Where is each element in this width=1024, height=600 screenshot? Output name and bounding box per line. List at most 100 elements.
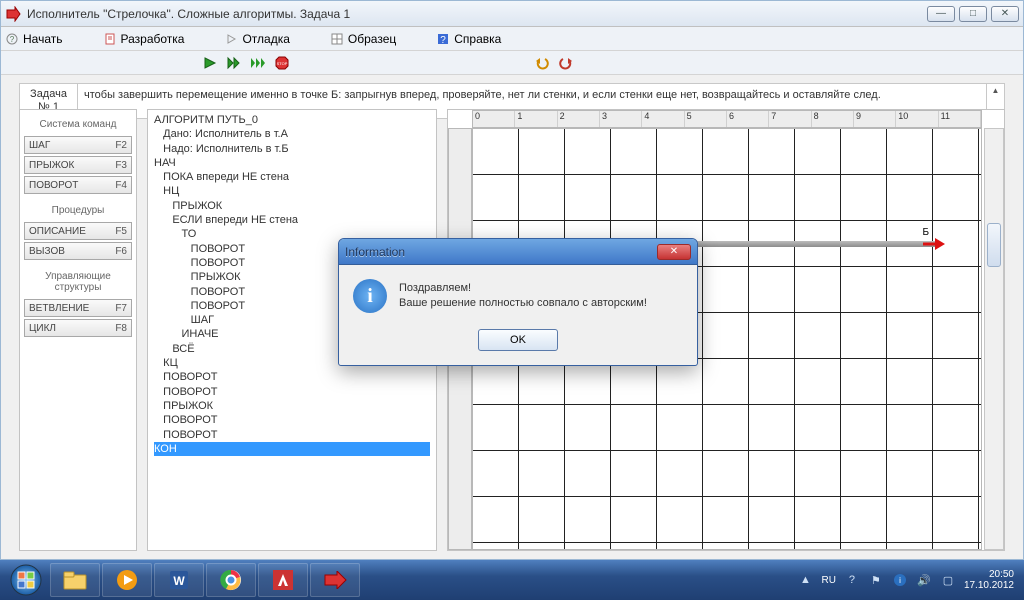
cmd-call-button[interactable]: ВЫЗОВF6 <box>24 242 132 260</box>
cmd-step-label: ШАГ <box>29 140 50 151</box>
dialog-line1: Поздравляем! <box>399 281 647 296</box>
ruler-tick: 9 <box>854 111 896 127</box>
stop-icon[interactable]: STOP <box>273 54 291 72</box>
code-line[interactable]: Дано: Исполнитель в т.А <box>154 127 430 141</box>
performer-arrow-icon <box>923 237 945 256</box>
cmd-branch-button[interactable]: ВЕТВЛЕНИЕ F7 <box>24 299 132 317</box>
code-line[interactable]: ПОВОРОТ <box>154 413 430 427</box>
cmd-branch-key: F7 <box>115 303 127 314</box>
code-line[interactable]: НАЧ <box>154 156 430 170</box>
dialog-close-button[interactable]: ✕ <box>657 244 691 260</box>
field-scrollbar[interactable] <box>984 128 1004 550</box>
menu-start[interactable]: ? Начать <box>5 32 63 46</box>
svg-text:?: ? <box>10 35 15 44</box>
ruler-horizontal: 01234567891011 <box>472 110 982 128</box>
svg-text:W: W <box>173 574 185 588</box>
tray-help-icon[interactable]: ? <box>844 572 860 588</box>
ruler-tick: 4 <box>642 111 684 127</box>
play-outline-icon <box>224 32 238 46</box>
menu-start-label: Начать <box>23 32 63 46</box>
code-line[interactable]: КОН <box>154 442 430 456</box>
taskbar-chrome[interactable] <box>206 563 256 597</box>
scroll-up-icon[interactable]: ▲ <box>987 84 1004 96</box>
taskbar-media[interactable] <box>102 563 152 597</box>
taskbar-word[interactable]: W <box>154 563 204 597</box>
cmd-loop-key: F8 <box>115 323 127 334</box>
tray-flag-icon[interactable]: ⚑ <box>868 572 884 588</box>
cmd-jump-key: F3 <box>115 160 127 171</box>
code-line[interactable]: ПРЫЖОК <box>154 399 430 413</box>
tray-volume-icon[interactable]: 🔊 <box>916 572 932 588</box>
menu-help-label: Справка <box>454 32 501 46</box>
taskbar-adobe[interactable] <box>258 563 308 597</box>
tray-battery-icon[interactable]: ▢ <box>940 572 956 588</box>
code-line[interactable]: ПОКА впереди НЕ стена <box>154 170 430 184</box>
cmd-loop-button[interactable]: ЦИКЛ F8 <box>24 319 132 337</box>
cmd-turn-key: F4 <box>115 180 127 191</box>
start-button[interactable] <box>4 562 48 598</box>
minimize-button[interactable]: — <box>927 6 955 22</box>
close-button[interactable]: ✕ <box>991 6 1019 22</box>
cmd-branch-label: ВЕТВЛЕНИЕ <box>29 303 89 314</box>
dialog-title-bar[interactable]: Information ✕ <box>339 239 697 265</box>
cmd-step-button[interactable]: ШАГ F2 <box>24 136 132 154</box>
menu-help[interactable]: ? Справка <box>436 32 501 46</box>
menu-debug[interactable]: Отладка <box>224 32 289 46</box>
ruler-tick: 6 <box>727 111 769 127</box>
dialog-ok-button[interactable]: OK <box>478 329 558 351</box>
tray-expand-icon[interactable]: ▲ <box>797 572 813 588</box>
cmd-desc-button[interactable]: ОПИСАНИЕF5 <box>24 222 132 240</box>
group-commands-title: Система команд <box>24 116 132 134</box>
menu-debug-label: Отладка <box>242 32 289 46</box>
maximize-button[interactable]: □ <box>959 6 987 22</box>
cmd-jump-label: ПРЫЖОК <box>29 160 74 171</box>
taskbar-explorer[interactable] <box>50 563 100 597</box>
menu-develop-label: Разработка <box>121 32 185 46</box>
step-over-icon[interactable] <box>225 54 243 72</box>
grid-icon <box>330 32 344 46</box>
ruler-tick: 0 <box>473 111 515 127</box>
ruler-tick: 10 <box>896 111 938 127</box>
tray-network-icon[interactable]: i <box>892 572 908 588</box>
svg-text:i: i <box>899 576 901 585</box>
fast-forward-icon[interactable] <box>249 54 267 72</box>
code-line[interactable]: Надо: Исполнитель в т.Б <box>154 142 430 156</box>
cmd-loop-label: ЦИКЛ <box>29 323 56 334</box>
code-line[interactable]: НЦ <box>154 184 430 198</box>
menu-sample[interactable]: Образец <box>330 32 396 46</box>
taskbar-app[interactable] <box>310 563 360 597</box>
dialog-message: Поздравляем! Ваше решение полностью совп… <box>399 279 647 312</box>
run-icon[interactable] <box>201 54 219 72</box>
cmd-desc-label: ОПИСАНИЕ <box>29 226 86 237</box>
title-bar: Исполнитель "Стрелочка". Сложные алгорит… <box>1 1 1023 27</box>
menu-develop[interactable]: Разработка <box>103 32 185 46</box>
dialog-line2: Ваше решение полностью совпало с авторск… <box>399 296 647 311</box>
clock-time: 20:50 <box>964 569 1014 581</box>
ruler-tick: 11 <box>939 111 981 127</box>
code-line[interactable]: АЛГОРИТМ ПУТЬ_0 <box>154 113 430 127</box>
cmd-turn-label: ПОВОРОТ <box>29 180 78 191</box>
code-line[interactable]: ПОВОРОТ <box>154 385 430 399</box>
undo-icon[interactable] <box>533 54 551 72</box>
redo-icon[interactable] <box>557 54 575 72</box>
code-line[interactable]: ПРЫЖОК <box>154 199 430 213</box>
info-icon: i <box>353 279 387 313</box>
code-line[interactable]: ЕСЛИ впереди НЕ стена <box>154 213 430 227</box>
help-small-icon: ? <box>5 32 19 46</box>
code-line[interactable]: ПОВОРОТ <box>154 370 430 384</box>
ruler-tick: 3 <box>600 111 642 127</box>
document-icon <box>103 32 117 46</box>
cmd-turn-button[interactable]: ПОВОРОТ F4 <box>24 176 132 194</box>
window-title: Исполнитель "Стрелочка". Сложные алгорит… <box>27 7 927 21</box>
ruler-tick: 7 <box>769 111 811 127</box>
code-line[interactable]: ПОВОРОТ <box>154 428 430 442</box>
ruler-tick: 5 <box>685 111 727 127</box>
cmd-jump-button[interactable]: ПРЫЖОК F3 <box>24 156 132 174</box>
cmd-step-key: F2 <box>115 140 127 151</box>
scrollbar-thumb[interactable] <box>987 223 1001 267</box>
task-label-line1: Задача <box>30 88 67 101</box>
clock[interactable]: 20:50 17.10.2012 <box>964 569 1014 592</box>
svg-text:?: ? <box>440 35 446 45</box>
lang-indicator[interactable]: RU <box>821 575 835 586</box>
system-tray: ▲ RU ? ⚑ i 🔊 ▢ 20:50 17.10.2012 <box>797 569 1020 592</box>
